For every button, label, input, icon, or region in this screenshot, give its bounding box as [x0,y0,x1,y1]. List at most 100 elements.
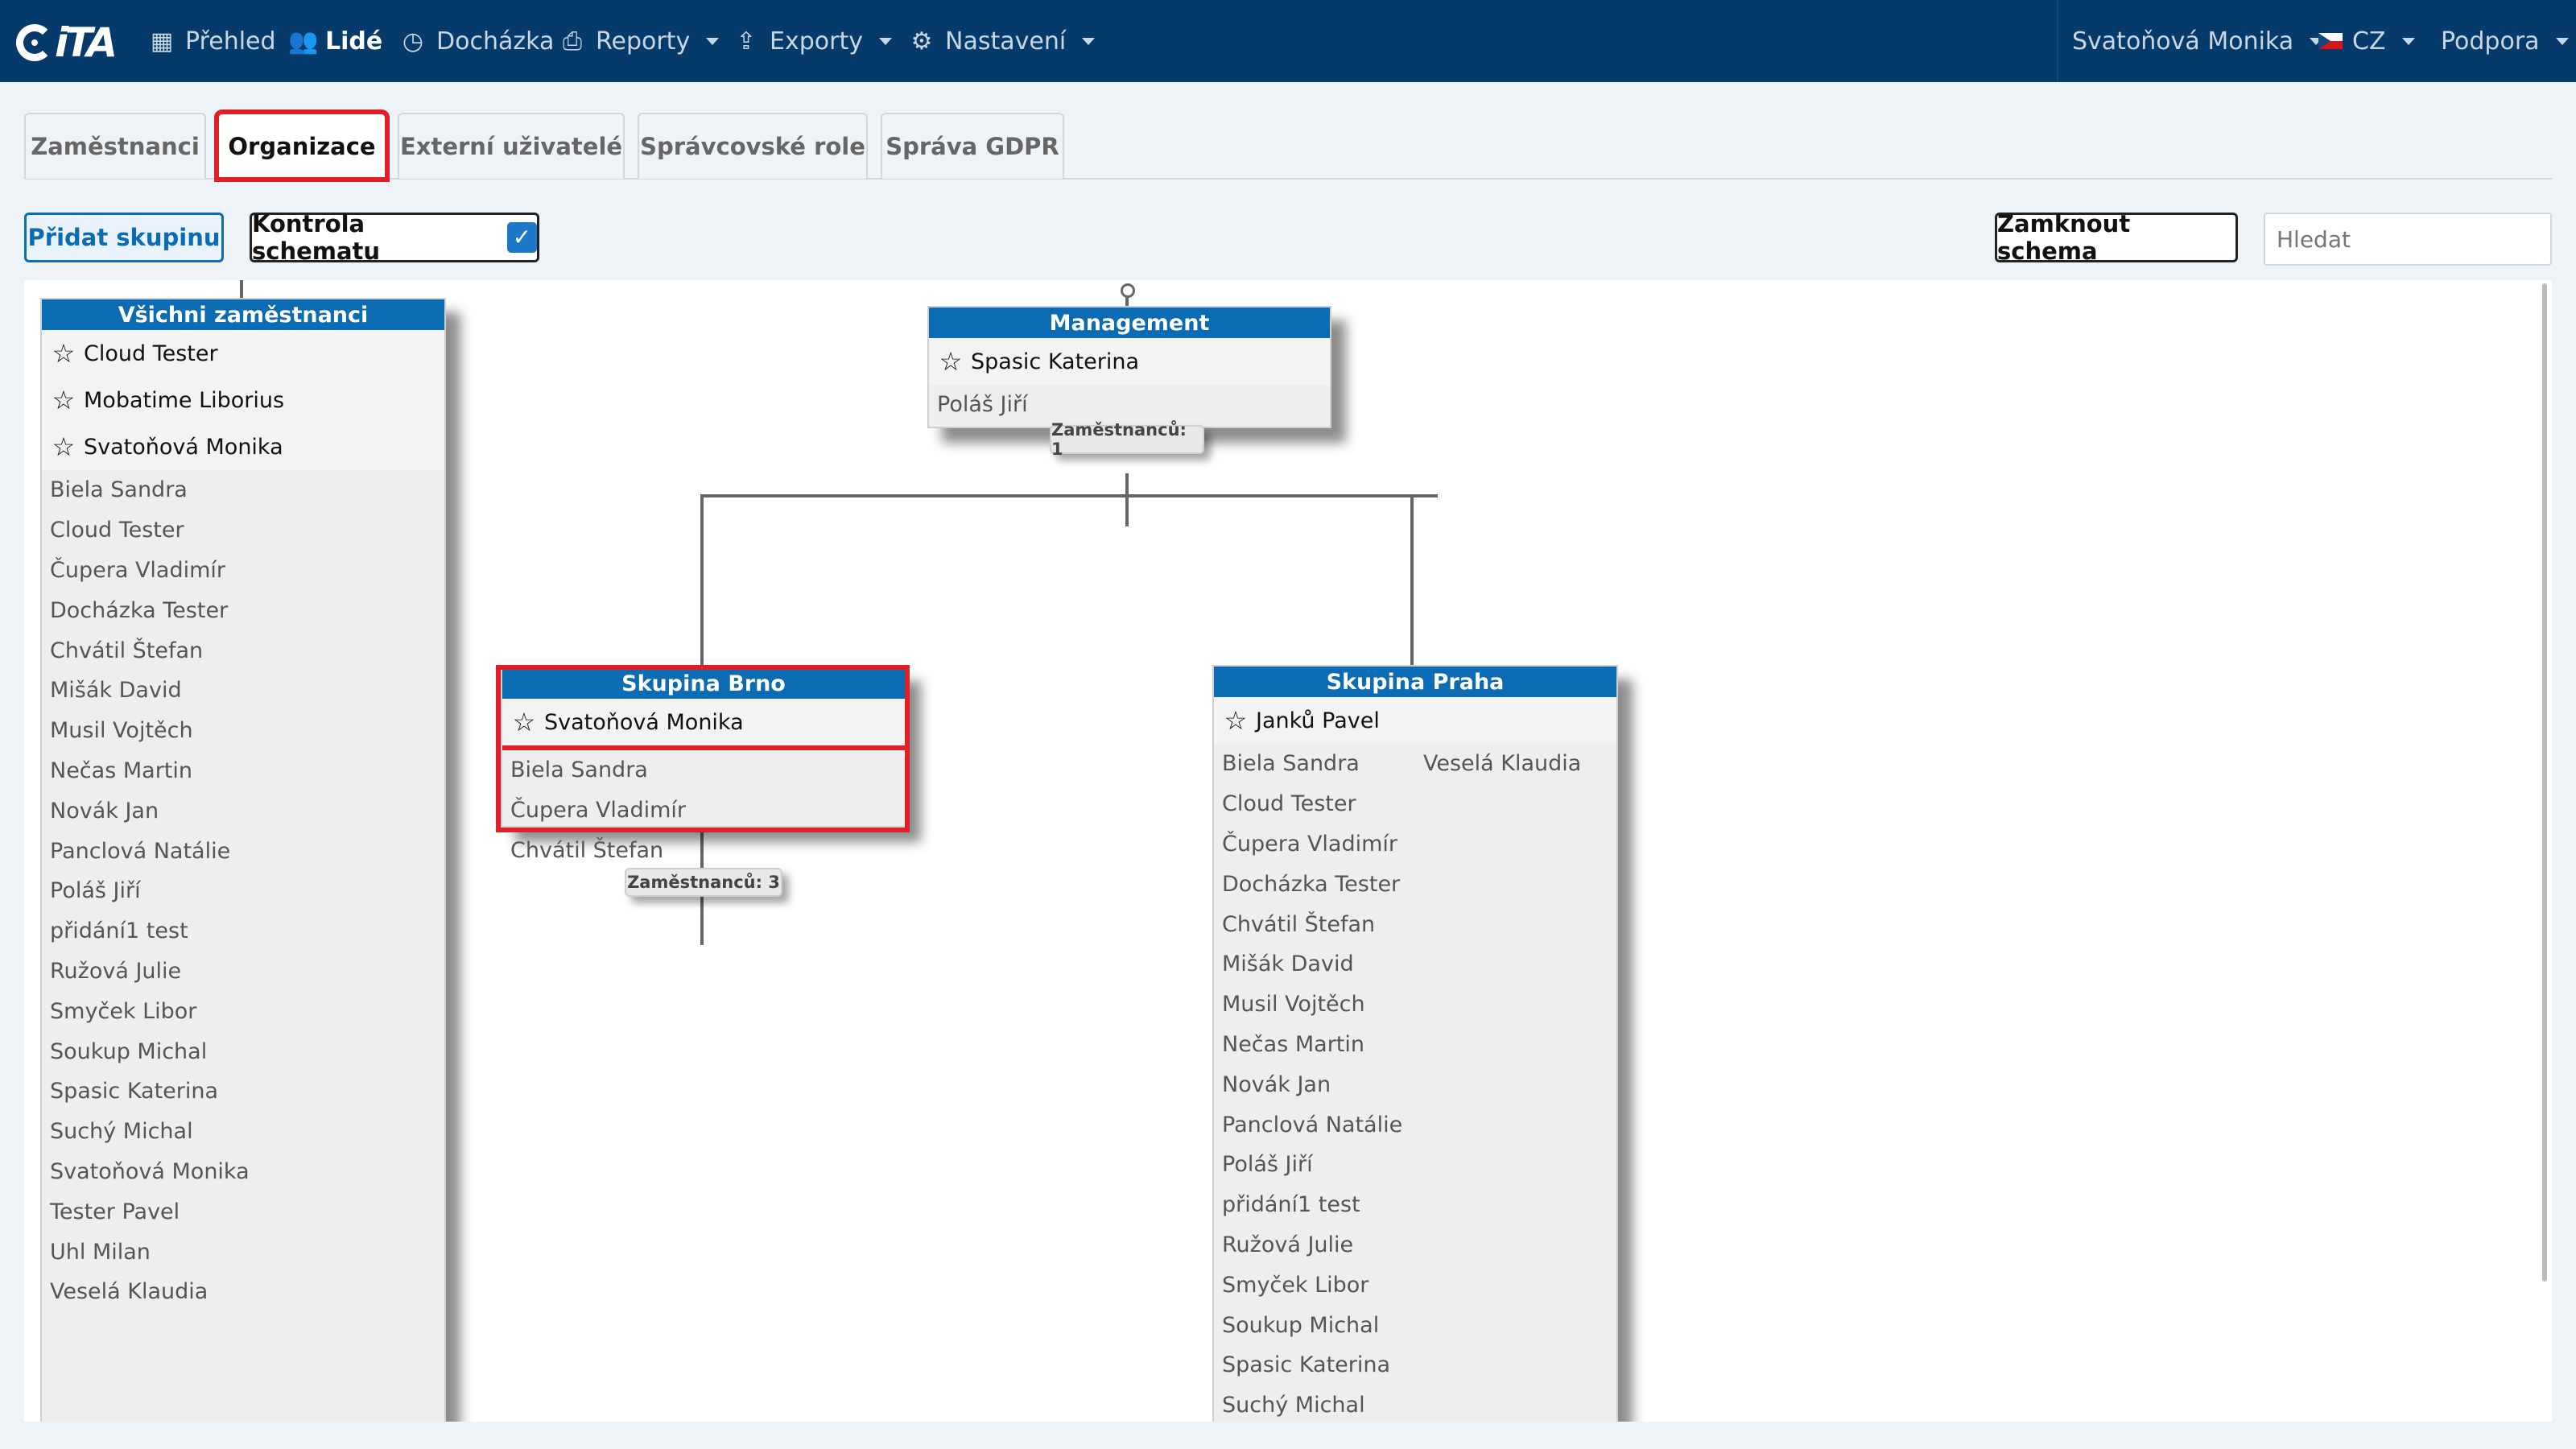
group-member[interactable]: Mišák David [42,671,444,711]
add-group-label: Přidat skupinu [27,224,221,251]
group-member[interactable]: Musil Vojtěch [42,711,444,751]
group-member[interactable]: Nečas Martin [42,751,444,791]
group-member[interactable]: Poláš Jiří [929,385,1330,425]
group-member[interactable]: Docházka Tester [1214,864,1415,904]
navbar-divider [2057,0,2058,82]
group-member[interactable]: Spasic Katerina [42,1071,444,1112]
group-title: Skupina Brno [502,668,905,699]
tab-externi-uzivatele[interactable]: Externí uživatelé [398,113,625,179]
group-member[interactable]: Ružová Julie [1214,1225,1415,1265]
group-brno[interactable]: Skupina Brno ☆ Svatoňová Monika Biela Sa… [501,667,906,863]
nav-nastaveni[interactable]: ⚙ Nastavení [908,0,1096,82]
leader-name: Cloud Tester [84,341,218,366]
nav-exporty[interactable]: ⇪ Exporty [733,0,892,82]
lock-schema-label: Zamknout schema [1997,210,2131,265]
group-member[interactable]: Tester Pavel [42,1191,444,1232]
group-leader[interactable]: ☆ Janků Pavel [1214,697,1616,744]
group-member[interactable]: Chvátil Štefan [1214,904,1415,944]
nav-label: Docházka [436,27,555,56]
group-member[interactable]: Soukup Michal [1214,1305,1415,1345]
group-member[interactable]: Panclová Natálie [42,831,444,871]
group-member[interactable]: Uhl Milan [42,1232,444,1272]
support-link[interactable]: Podpora [2441,0,2569,82]
group-title: Všichni zaměstnanci [42,299,444,330]
group-member[interactable]: Suchý Michal [42,1112,444,1152]
group-member[interactable]: Svatoňová Monika [42,1152,444,1192]
group-member[interactable]: přidání1 test [1214,1185,1415,1225]
group-member[interactable]: Poláš Jiří [42,871,444,911]
group-leader[interactable]: ☆ Cloud Tester [42,330,444,377]
group-member[interactable]: Čupera Vladimír [42,551,444,591]
star-icon: ☆ [52,338,76,369]
nav-reporty[interactable]: ⎙ Reporty [559,0,720,82]
users-icon: 👥 [288,27,319,56]
group-member[interactable]: Novák Jan [1214,1064,1415,1104]
group-member[interactable]: Čupera Vladimír [1214,824,1415,865]
group-management[interactable]: Management ☆ Spasic Katerina Poláš Jiří [927,306,1331,428]
group-member[interactable]: Chvátil Štefan [42,630,444,671]
tab-spravcovske-role[interactable]: Správcovské role [638,113,868,179]
group-leader[interactable]: ☆ Svatoňová Monika [502,699,905,745]
connector-handle[interactable] [240,280,243,298]
group-member[interactable]: Novák Jan [42,791,444,831]
group-leader[interactable]: ☆ Spasic Katerina [929,338,1330,385]
nav-lide[interactable]: 👥 Lidé [288,0,382,82]
nav-dochazka[interactable]: ◷ Docházka [399,0,554,82]
group-member[interactable]: Smyček Libor [1214,1265,1415,1305]
group-member[interactable]: Biela Sandra [502,750,905,791]
lock-schema-button[interactable]: Zamknout schema [1995,210,2238,265]
chevron-down-icon [706,37,720,45]
group-member[interactable]: Veselá Klaudia [42,1272,444,1312]
group-member[interactable]: Spasic Katerina [1214,1345,1415,1385]
app-logo[interactable]: iTA [16,19,129,66]
group-member[interactable]: Čupera Vladimír [502,791,905,831]
schema-check-toggle[interactable]: Kontrola schematu ✓ [250,210,539,265]
group-praha[interactable]: Skupina Praha ☆ Janků Pavel Biela Sandra… [1212,665,1618,1422]
group-member[interactable]: Veselá Klaudia [1415,744,1616,784]
canvas-scrollbar[interactable] [2542,283,2547,1282]
language-menu[interactable]: CZ [2318,0,2415,82]
group-member[interactable]: Soukup Michal [42,1031,444,1071]
star-icon: ☆ [939,346,963,377]
schema-check-label: Kontrola schematu [252,210,381,265]
tab-zamestnanci[interactable]: Zaměstnanci [24,113,206,179]
group-member[interactable]: Nečas Martin [1214,1025,1415,1065]
checkbox-checked-icon[interactable]: ✓ [506,222,537,253]
leader-name: Svatoňová Monika [84,434,283,460]
search-input[interactable] [2264,213,2552,266]
group-member[interactable]: Ružová Julie [42,952,444,992]
group-member[interactable]: Smyček Libor [42,991,444,1031]
add-group-button[interactable]: Přidat skupinu [24,213,224,262]
group-leader[interactable]: ☆ Mobatime Liborius [42,377,444,423]
group-member[interactable]: Cloud Tester [42,510,444,551]
user-menu[interactable]: Svatoňová Monika [2072,0,2323,82]
group-member[interactable]: Biela Sandra [42,470,444,510]
group-member[interactable]: Panclová Natálie [1214,1104,1415,1145]
connector-line [700,494,1438,497]
support-label: Podpora [2441,27,2540,56]
group-member[interactable]: přidání1 test [42,911,444,952]
top-navbar: iTA ▦ Přehled 👥 Lidé ◷ Docházka ⎙ Report… [0,0,2576,82]
czech-flag-icon [2318,33,2343,49]
group-member[interactable]: Chvátil Štefan [502,831,905,871]
group-member[interactable]: Poláš Jiří [1214,1145,1415,1185]
org-chart-canvas[interactable]: Všichni zaměstnanci ☆ Cloud Tester ☆ Mobati… [24,280,2552,1422]
group-member[interactable]: Mišák David [1214,944,1415,985]
language-label: CZ [2352,27,2386,56]
chevron-down-icon [1082,37,1096,45]
group-member[interactable]: Docházka Tester [42,590,444,630]
group-leader[interactable]: ☆ Svatoňová Monika [42,423,444,470]
group-member[interactable]: Musil Vojtěch [1214,985,1415,1025]
group-member[interactable]: Biela Sandra [1214,744,1415,784]
nav-label: Exporty [770,27,863,56]
tab-organizace[interactable]: Organizace [214,109,390,182]
group-member[interactable]: Suchý Michal [1214,1385,1415,1422]
group-all-employees[interactable]: Všichni zaměstnanci ☆ Cloud Tester ☆ Mobati… [40,298,446,1422]
tab-sprava-gdpr[interactable]: Správa GDPR [881,113,1064,179]
grid-icon: ▦ [150,27,174,56]
nav-label: Lidé [325,27,383,56]
clock-icon: ◷ [402,27,424,56]
group-member[interactable]: Cloud Tester [1214,784,1415,824]
nav-prehled[interactable]: ▦ Přehled [148,0,276,82]
printer-icon: ⎙ [563,27,582,56]
